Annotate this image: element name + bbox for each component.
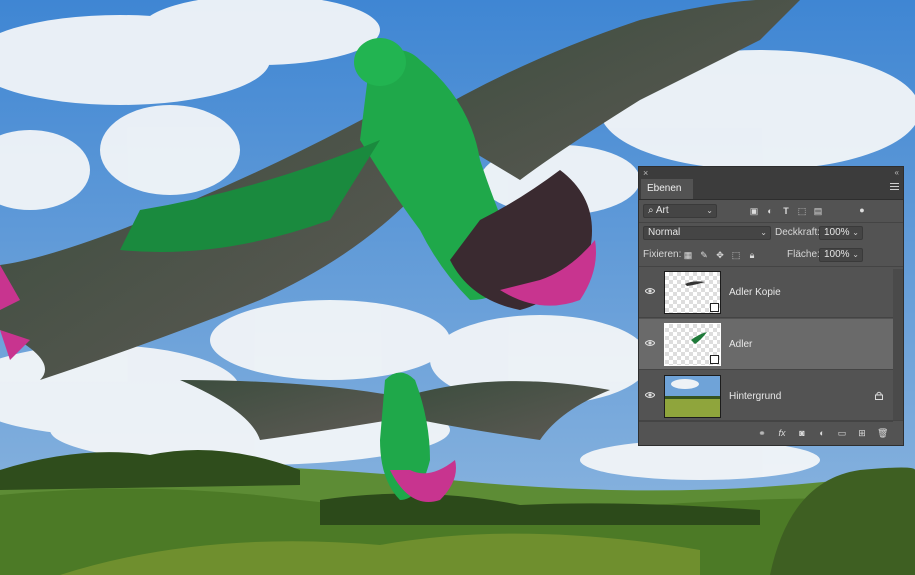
layer-row-hintergrund[interactable]: Hintergrund	[639, 371, 893, 422]
filter-kind-value: Art	[655, 205, 669, 216]
panel-footer: ⚭ fx ◙ ◐ ▭ ⊞ 🗑︎	[639, 420, 903, 445]
layer-name: Adler Kopie	[729, 287, 781, 298]
lock-all-icon[interactable]: 🔒︎	[747, 250, 757, 260]
layers-panel: × « Ebenen ⌕ Art ⌄ ▣ ◐ T ⬚ ▤ ● Normal ⌄ …	[638, 166, 904, 446]
blend-mode-value: Normal	[648, 227, 681, 238]
delete-layer-icon[interactable]: 🗑︎	[877, 428, 888, 438]
link-layers-icon[interactable]: ⚭	[757, 428, 767, 438]
visibility-eye-icon[interactable]	[645, 339, 655, 347]
lock-label: Fixieren:	[643, 249, 682, 260]
lock-artboard-icon[interactable]: ⬚	[731, 250, 741, 260]
visibility-eye-icon[interactable]	[645, 391, 655, 399]
fill-label: Fläche:	[787, 249, 820, 260]
layer-lock-icon[interactable]	[875, 391, 883, 400]
visibility-eye-icon[interactable]	[645, 287, 655, 295]
layer-name: Adler	[729, 339, 753, 350]
new-adjustment-layer-icon[interactable]: ◐	[817, 428, 827, 438]
close-panel-icon[interactable]: ×	[643, 167, 648, 179]
smart-object-badge-icon	[710, 303, 719, 312]
opacity-label: Deckkraft:	[775, 227, 821, 238]
filter-row: ⌕ Art ⌄ ▣ ◐ T ⬚ ▤ ●	[639, 203, 903, 219]
lock-transparent-pixels-icon[interactable]: ▦	[683, 250, 693, 260]
add-mask-icon[interactable]: ◙	[797, 428, 807, 438]
fill-field[interactable]: 100% ⌄	[819, 248, 863, 262]
layers-scrollbar[interactable]	[893, 269, 903, 421]
opacity-value: 100%	[824, 227, 850, 238]
collapse-panel-icon[interactable]: «	[895, 167, 899, 179]
layer-thumbnail	[664, 375, 721, 418]
tab-layers[interactable]: Ebenen	[641, 179, 693, 199]
panel-menu-icon[interactable]	[890, 183, 899, 192]
lock-position-icon[interactable]: ✥	[715, 250, 725, 260]
layer-row-adler[interactable]: Adler	[639, 319, 893, 370]
chevron-down-icon: ⌄	[852, 250, 859, 259]
layer-name: Hintergrund	[729, 391, 782, 402]
lock-row: Fixieren: ▦ ✎ ✥ ⬚ 🔒︎ Fläche: 100% ⌄	[639, 247, 903, 263]
chevron-down-icon: ⌄	[852, 228, 859, 237]
fill-value: 100%	[824, 249, 850, 260]
panel-titlebar: × «	[639, 167, 903, 179]
layer-row-adler-kopie[interactable]: Adler Kopie	[639, 267, 893, 318]
filter-kind-dropdown[interactable]: ⌕ Art ⌄	[643, 204, 717, 218]
new-group-icon[interactable]: ▭	[837, 428, 847, 438]
blend-mode-dropdown[interactable]: Normal ⌄	[643, 226, 771, 240]
chevron-down-icon: ⌄	[760, 228, 767, 237]
filter-toggle-icon[interactable]: ●	[857, 205, 867, 215]
panel-tab-row: Ebenen	[639, 179, 903, 200]
smart-object-badge-icon	[710, 355, 719, 364]
divider	[639, 222, 903, 223]
adjustment-filter-icon[interactable]: ◐	[765, 206, 775, 216]
blend-row: Normal ⌄ Deckkraft: 100% ⌄	[639, 225, 903, 241]
smart-object-filter-icon[interactable]: ▤	[813, 206, 823, 216]
layer-thumbnail	[664, 323, 721, 366]
image-filter-icon[interactable]: ▣	[749, 206, 759, 216]
chevron-down-icon: ⌄	[706, 206, 713, 215]
landscape-thumb-icon	[665, 376, 720, 417]
new-layer-icon[interactable]: ⊞	[857, 428, 867, 438]
shape-filter-icon[interactable]: ⬚	[797, 206, 807, 216]
search-icon: ⌕	[648, 205, 656, 216]
opacity-field[interactable]: 100% ⌄	[819, 226, 863, 240]
lock-image-pixels-icon[interactable]: ✎	[699, 250, 709, 260]
fx-icon[interactable]: fx	[777, 428, 787, 438]
type-filter-icon[interactable]: T	[781, 206, 791, 216]
layer-thumbnail	[664, 271, 721, 314]
